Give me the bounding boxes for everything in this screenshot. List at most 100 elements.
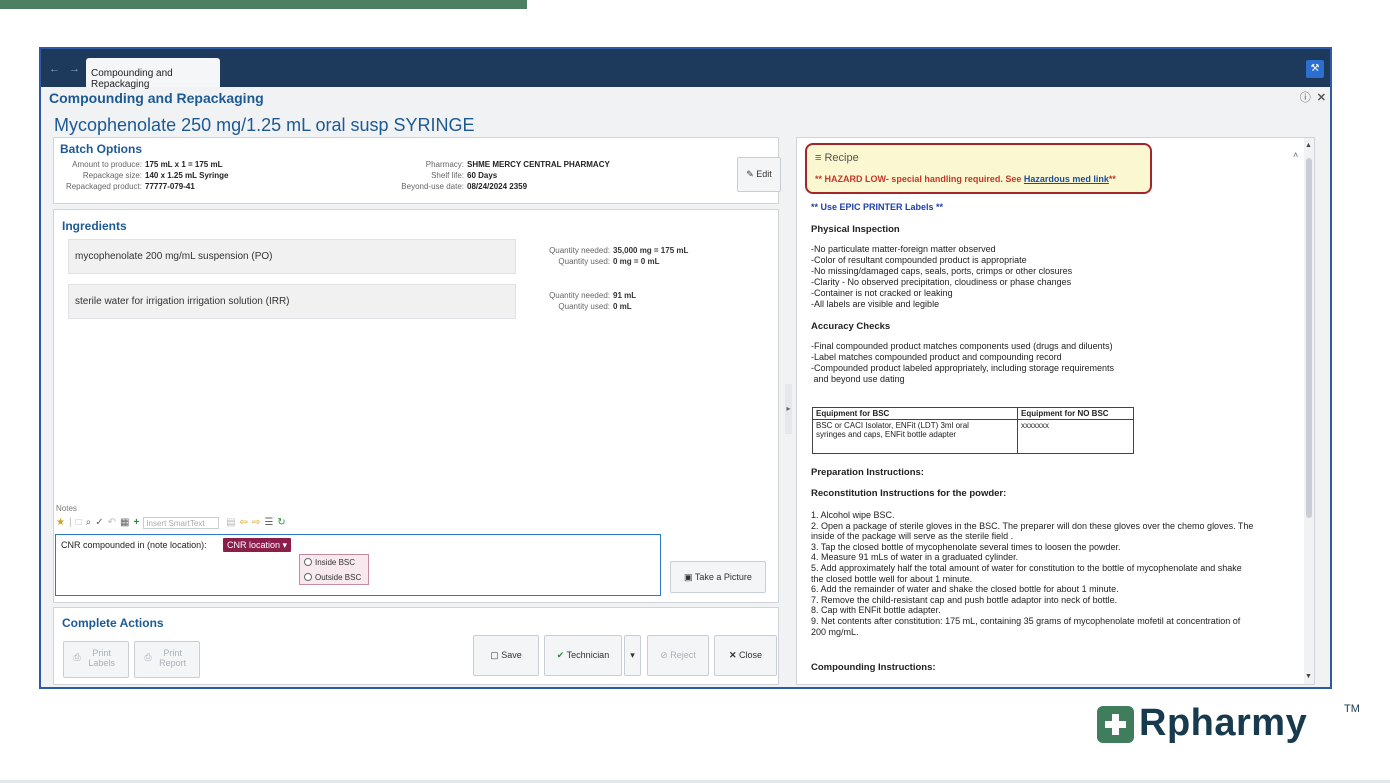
print-icon: ⎙ [73,652,81,663]
complete-actions-panel: Complete Actions ⎙ Print Labels ⎙ Print Re… [53,607,779,685]
notes-label: Notes [56,504,77,513]
pharmacy-row: Pharmacy: SHME MERCY CENTRAL PHARMACY [425,160,610,169]
equipment-table: Equipment for BSC Equipment for NO BSC B… [812,407,1134,454]
copy-icon[interactable]: □ [76,517,82,528]
edit-label: Edit [756,169,772,179]
list-icon[interactable]: ☰ [264,517,273,528]
radio-icon [304,573,312,581]
edit-button[interactable]: ✎ Edit [737,157,781,192]
refresh-icon[interactable]: ↻ [277,517,285,528]
print-icon: ⎙ [144,652,152,663]
ingredient-row[interactable]: mycophenolate 200 mg/mL suspension (PO) [68,239,516,274]
find-icon[interactable]: ⌕ [86,517,92,528]
block-icon: ⊘ [660,650,668,660]
product-row: Repackaged product: 77777-079-41 [65,182,195,191]
notes-editor[interactable]: CNR compounded in (note location): CNR l… [55,534,661,596]
printer-note: ** Use EPIC PRINTER Labels ** [811,202,944,212]
equipment-no-bsc-cell: xxxxxxx [1017,419,1134,454]
technician-button[interactable]: ✔ Technician [544,635,622,676]
list-icon: ≡ [815,152,822,164]
scroll-up-icon[interactable]: ▲ [1305,142,1312,149]
app-window: ← → Compounding and Repackaging ⚒ Compou… [39,47,1332,689]
add-icon[interactable]: + [133,517,139,528]
reconstitution-header: Reconstitution Instructions for the powd… [811,488,1007,499]
complete-actions-header: Complete Actions [62,616,164,630]
template-icon[interactable]: ▦ [120,517,129,528]
spellcheck-icon[interactable]: ✓ [95,517,103,528]
ingredient-row[interactable]: sterile water for irrigation irrigation … [68,284,516,319]
separator-icon: | [68,517,72,528]
option-inside-bsc[interactable]: Inside BSC [300,555,368,570]
close-icon: ✕ [728,650,737,660]
print-report-button[interactable]: ⎙ Print Report [134,641,200,678]
brand-name: Rpharmy [1139,702,1308,744]
compounding-header: Compounding Instructions: [811,662,936,673]
notes-toolbar: ★ | □ ⌕ ✓ ↶ ▦ + Insert SmartText ▤ ⇦ ⇨ ☰ ↻ [56,517,290,531]
technician-dropdown-button[interactable]: ▾ [624,635,641,676]
physical-inspection-header: Physical Inspection [811,224,900,235]
accuracy-checks-list: -Final compounded product matches compon… [811,341,1115,384]
ingredient-qty: Quantity needed: 35,000 mg = 175 mL Quant… [549,246,689,266]
scroll-thumb[interactable] [1306,158,1312,518]
caret-down-icon: ▾ [630,650,635,660]
arrow-right-icon[interactable]: ⇨ [252,517,260,528]
accuracy-checks-header: Accuracy Checks [811,321,891,332]
star-icon[interactable]: ★ [56,517,65,528]
recipe-header: ≡ Recipe [815,152,859,164]
camera-icon: ▣ [684,572,693,582]
ingredients-header: Ingredients [62,219,127,233]
amount-row: Amount to produce: 175 mL x 1 = 175 mL [72,160,223,169]
arrow-left-icon[interactable]: ⇦ [240,517,248,528]
module-title: Compounding and Repackaging [49,90,264,106]
preparation-header: Preparation Instructions: [811,467,924,478]
caret-down-icon: ▾ [282,540,288,550]
hazard-callout: ≡ Recipe ** HAZARD LOW- special handling… [805,143,1152,194]
close-icon[interactable]: ✕ [1317,92,1326,104]
top-accent-strip [0,0,527,9]
option-outside-bsc[interactable]: Outside BSC [300,570,368,585]
smarttext-input[interactable]: Insert SmartText [143,517,220,529]
hazardous-med-link[interactable]: Hazardous med link [1024,174,1109,184]
equipment-no-bsc-header: Equipment for NO BSC [1017,407,1134,420]
reject-button[interactable]: ⊘ Reject [647,635,709,676]
equipment-bsc-cell: BSC or CACI Isolator, ENFit (LDT) 3ml or… [812,419,1018,454]
medication-title: Mycophenolate 250 mg/1.25 mL oral susp S… [54,115,475,135]
reconstitution-list: 1. Alcohol wipe BSC. 2. Open a package o… [811,510,1254,637]
save-button[interactable]: ▢ Save [473,635,539,676]
check-circle-icon: ✔ [556,650,565,660]
tab-compounding[interactable]: Compounding and Repackaging [86,58,220,90]
splitter-handle[interactable]: ▸ [785,384,792,434]
scroll-down-icon[interactable]: ▼ [1305,673,1312,680]
hazard-warning: ** HAZARD LOW- special handling required… [815,174,1116,184]
nav-arrows-icon[interactable]: ← → [49,63,83,75]
wrench-icon[interactable]: ⚒ [1306,60,1324,78]
collapse-icon[interactable]: ˄ [1293,150,1298,160]
location-options: Inside BSC Outside BSC [299,554,369,585]
note-text: CNR compounded in (note location): [61,540,207,550]
beyond-use-row: Beyond-use date: 08/24/2024 2359 [401,182,528,191]
batch-options-header: Batch Options [60,142,143,156]
print-labels-button[interactable]: ⎙ Print Labels [63,641,129,678]
save-icon: ▢ [490,650,499,660]
recipe-scrollbar[interactable]: ▲ ▼ [1304,138,1314,684]
batch-options-panel: Batch Options Amount to produce: 175 mL x… [53,137,781,204]
help-icon[interactable]: ⓘ [1300,92,1311,104]
shelf-life-row: Shelf life: 60 Days [431,171,498,180]
equipment-bsc-header: Equipment for BSC [812,407,1018,420]
ingredient-qty: Quantity needed: 91 mL Quantity used: 0 mL [549,291,637,311]
pencil-icon: ✎ [746,169,754,179]
radio-icon [304,558,312,566]
undo-icon[interactable]: ↶ [108,517,116,528]
title-bar: ← → Compounding and Repackaging ⚒ [41,49,1330,90]
cross-logo-icon [1097,706,1134,743]
recipe-panel: ≡ Recipe ** HAZARD LOW- special handling… [796,137,1315,685]
window-controls: ⓘ ✕ [1294,89,1326,105]
repackage-row: Repackage size: 140 x 1.25 mL Syringe [82,171,229,180]
cnr-location-dropdown[interactable]: CNR location ▾ [223,538,292,552]
smarttext-icon[interactable]: ▤ [226,517,235,528]
trademark: TM [1344,703,1360,715]
take-picture-button[interactable]: ▣ Take a Picture [670,561,766,593]
slide-page: ← → Compounding and Repackaging ⚒ Compou… [0,0,1390,783]
physical-inspection-list: -No particulate matter-foreign matter ob… [811,244,1073,309]
close-button[interactable]: ✕ Close [714,635,777,676]
